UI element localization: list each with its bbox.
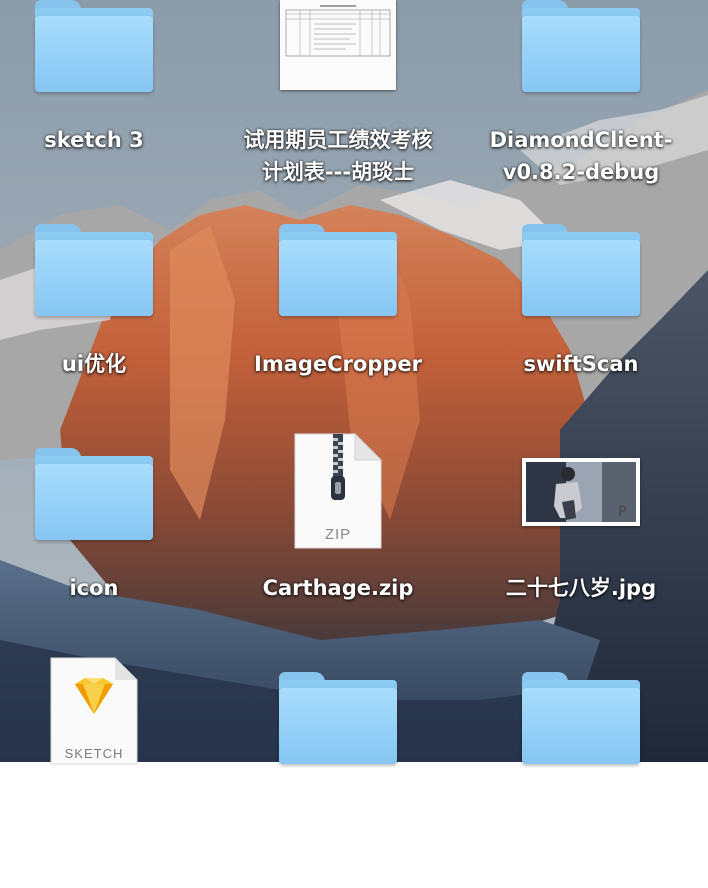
- document-icon: [280, 0, 396, 90]
- desktop-item-folder-row4-middle[interactable]: [220, 664, 456, 888]
- zip-badge: ZIP: [324, 526, 352, 543]
- desktop-item-icon-folder[interactable]: icon: [0, 440, 212, 664]
- folder-icon: [279, 224, 397, 316]
- item-label: swiftScan: [523, 352, 639, 376]
- svg-text:P: P: [618, 504, 626, 520]
- sketch-file-icon: SKETCH: [49, 656, 139, 766]
- folder-icon: [522, 224, 640, 316]
- image-thumbnail-icon: P: [522, 458, 640, 526]
- desktop-item-sketch-file[interactable]: SKETCH: [0, 656, 212, 880]
- desktop-item-folder-row4-right[interactable]: [463, 664, 699, 888]
- desktop-item-sketch-3[interactable]: sketch 3: [0, 0, 212, 216]
- item-label: sketch 3: [44, 128, 144, 152]
- item-label: ImageCropper: [254, 352, 422, 376]
- desktop-item-ui-optimize[interactable]: ui优化: [0, 216, 212, 440]
- folder-icon: [35, 0, 153, 92]
- folder-icon: [522, 0, 640, 92]
- item-label: DiamondClient- v0.8.2-debug: [489, 128, 673, 184]
- item-label: 试用期员工绩效考核 计划表---胡琰士: [243, 128, 433, 184]
- item-label: Carthage.zip: [262, 576, 414, 600]
- desktop-item-imagecropper[interactable]: ImageCropper: [220, 216, 456, 440]
- desktop-item-diamondclient[interactable]: DiamondClient- v0.8.2-debug: [463, 0, 699, 216]
- desktop-item-swiftscan[interactable]: swiftScan: [463, 216, 699, 440]
- desktop-item-performance-plan-doc[interactable]: 试用期员工绩效考核 计划表---胡琰士: [220, 0, 456, 216]
- zip-archive-icon: ZIP: [293, 432, 383, 550]
- item-label: 二十七八岁.jpg: [505, 576, 657, 600]
- folder-icon: [35, 448, 153, 540]
- folder-icon: [35, 224, 153, 316]
- desktop-item-carthage-zip[interactable]: ZIP Carthage.zip: [220, 432, 456, 656]
- item-label: icon: [69, 576, 119, 600]
- folder-icon: [279, 672, 397, 764]
- item-label: ui优化: [61, 352, 127, 376]
- sketch-badge: SKETCH: [64, 746, 124, 761]
- desktop-item-photo-jpg[interactable]: P 二十七八岁.jpg: [463, 440, 699, 664]
- folder-icon: [522, 672, 640, 764]
